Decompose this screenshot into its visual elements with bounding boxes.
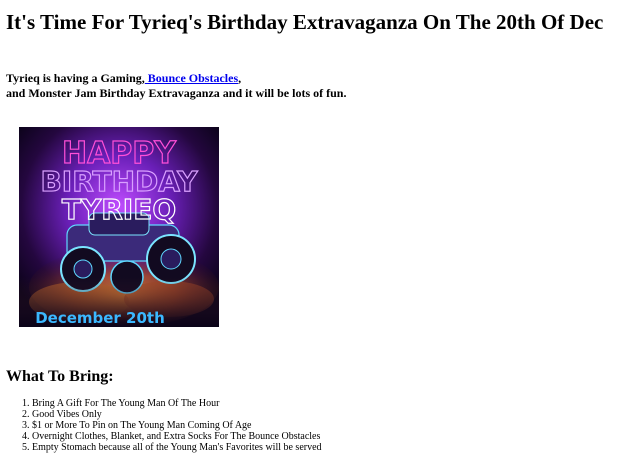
intro-paragraph: Tyrieq is having a Gaming, Bounce Obstac… [6, 71, 346, 101]
list-item: Overnight Clothes, Blanket, and Extra So… [32, 431, 322, 442]
list-item: Good Vibes Only [32, 409, 322, 420]
intro-text: Tyrieq is having a Gaming, [6, 71, 145, 85]
list-item: Bring A Gift For The Young Man Of The Ho… [32, 398, 322, 409]
poster-date: December 20th [35, 309, 165, 327]
list-item: $1 or More To Pin on The Young Man Comin… [32, 420, 322, 431]
intro-comma: , [238, 71, 242, 85]
poster-line-name: TYRIEQ [62, 193, 176, 226]
list-item: Empty Stomach because all of the Young M… [32, 442, 322, 453]
page-title: It's Time For Tyrieq's Birthday Extravag… [6, 10, 604, 34]
what-to-bring-list: Bring A Gift For The Young Man Of The Ho… [6, 398, 322, 453]
page: It's Time For Tyrieq's Birthday Extravag… [0, 0, 619, 465]
what-to-bring-heading: What To Bring: [6, 368, 114, 385]
poster-artwork: HAPPY BIRTHDAY TYRIEQ December 20th [19, 127, 219, 327]
intro-line-2: and Monster Jam Birthday Extravaganza an… [6, 86, 347, 100]
bounce-obstacles-link[interactable]: Bounce Obstacles [145, 71, 238, 85]
birthday-poster-image: HAPPY BIRTHDAY TYRIEQ December 20th [19, 127, 219, 327]
